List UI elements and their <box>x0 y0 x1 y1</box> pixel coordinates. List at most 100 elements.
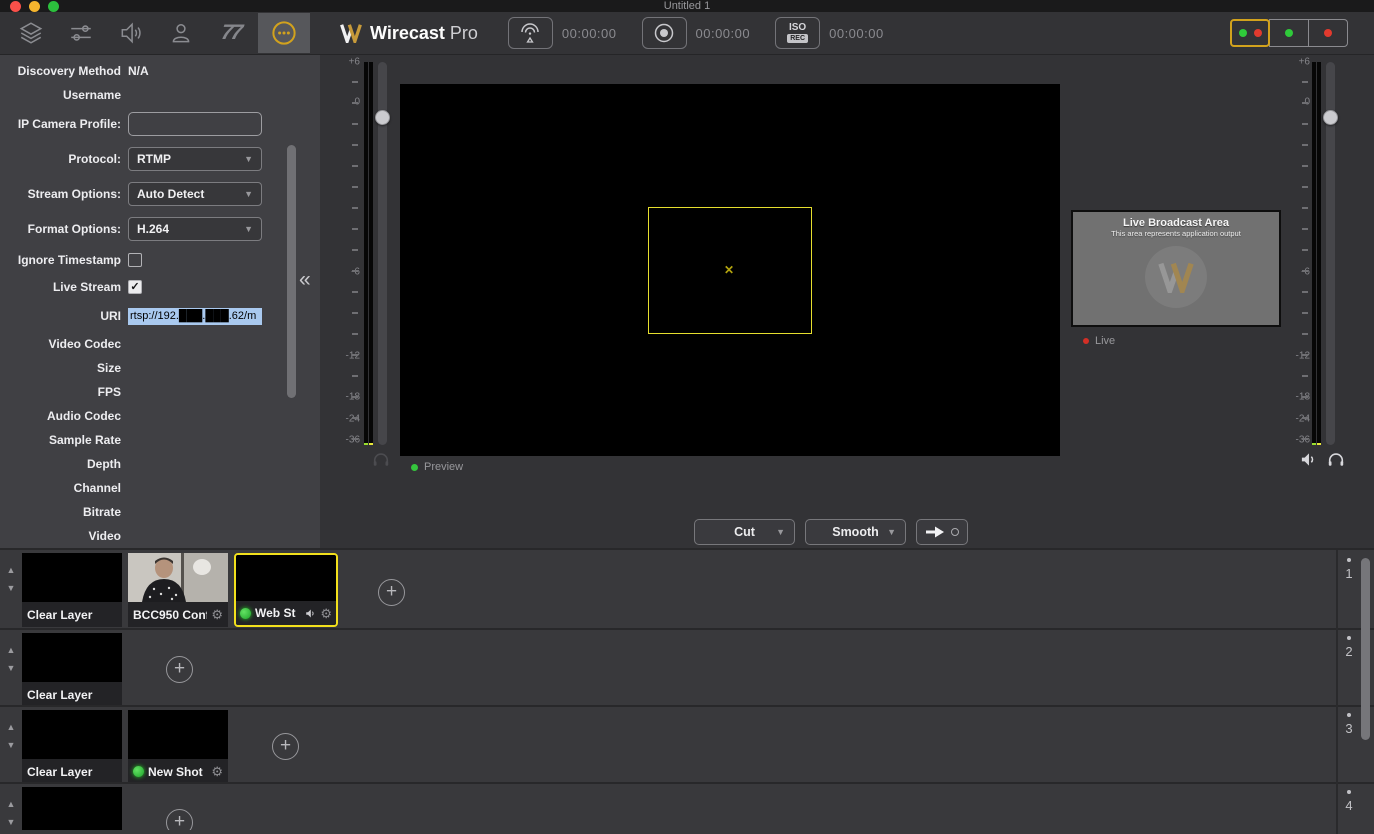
ip-camera-profile-input[interactable] <box>128 112 262 136</box>
live-label: Live <box>1083 335 1115 347</box>
layer-down-button[interactable]: ▼ <box>7 818 16 827</box>
transition-smooth-dropdown[interactable]: Smooth▼ <box>805 519 906 545</box>
view-live-only-button[interactable] <box>1308 19 1348 47</box>
add-shot-button[interactable]: + <box>272 733 299 760</box>
transition-cut-dropdown[interactable]: Cut▼ <box>694 519 795 545</box>
layer-down-button[interactable]: ▼ <box>7 664 16 673</box>
collapse-panel-button[interactable]: « <box>299 269 311 291</box>
shot-bcc950[interactable]: BCC950 Conf⚙ <box>128 553 228 627</box>
volume-slider[interactable] <box>1326 62 1335 445</box>
layer-up-button[interactable]: ▲ <box>7 723 16 732</box>
field-label: Ignore Timestamp <box>0 253 128 267</box>
chevron-down-icon: ▼ <box>887 527 896 537</box>
layer-row-1: ▲ ▼ Clear Layer <box>0 550 1374 630</box>
sidebar-scrollbar[interactable] <box>287 145 296 398</box>
field-label: Video Codec <box>0 337 128 351</box>
red-dot-icon <box>1083 338 1089 344</box>
layer-row-3: ▲▼ Clear Layer New Shot ⚙ + 3 <box>0 707 1374 784</box>
adjust-sliders-icon[interactable] <box>56 13 106 53</box>
field-label: Sample Rate <box>0 433 128 447</box>
meter-bars <box>364 62 373 445</box>
field-label: Discovery Method <box>0 64 128 78</box>
preview-canvas[interactable]: ✕ <box>400 84 1060 456</box>
gear-icon[interactable]: ⚙ <box>211 608 223 621</box>
add-shot-button[interactable]: + <box>378 579 405 606</box>
live-stream-checkbox[interactable]: ✓ <box>128 280 142 294</box>
layers-icon[interactable] <box>6 13 56 53</box>
headphone-monitor-icon[interactable] <box>372 451 390 468</box>
presenter-icon[interactable] <box>156 13 206 53</box>
field-label: Bitrate <box>0 505 128 519</box>
headphone-monitor-icon[interactable] <box>1327 451 1345 468</box>
iso-record-button[interactable]: ISO REC <box>775 17 820 49</box>
iso-timer: 00:00:00 <box>829 26 884 41</box>
shot-clear-layer[interactable]: Clear Layer <box>22 710 122 784</box>
volume-slider[interactable] <box>378 62 387 445</box>
more-settings-button[interactable] <box>258 13 310 53</box>
layer-up-button[interactable]: ▲ <box>7 646 16 655</box>
speaker-mute-icon[interactable] <box>1300 451 1317 468</box>
app-edition: Pro <box>450 23 478 44</box>
layer-row-2: ▲▼ Clear Layer + 2 <box>0 630 1374 707</box>
layers-scrollbar[interactable] <box>1361 558 1370 740</box>
field-label: Protocol: <box>0 152 128 166</box>
view-switcher <box>1231 19 1348 47</box>
view-preview-and-live-button[interactable] <box>1230 19 1270 47</box>
layers-number-separator <box>1336 550 1338 834</box>
speaker-icon[interactable] <box>305 608 316 619</box>
app-name: Wirecast <box>370 23 445 44</box>
preview-stage: +6 0 -6 -12 -18 -24 -36 ✕ <box>320 55 1374 548</box>
layer-number: 4 <box>1338 798 1360 813</box>
rec-badge: REC <box>787 34 808 43</box>
field-label: Live Stream <box>0 280 128 294</box>
field-label: Size <box>0 361 128 375</box>
preview-label: Preview <box>411 461 463 473</box>
uri-field[interactable]: rtsp://192.███.███.62/m <box>128 308 262 325</box>
layer-dot-icon <box>1347 636 1351 640</box>
chevron-down-icon: ▼ <box>244 154 253 164</box>
stream-options-dropdown[interactable]: Auto Detect▼ <box>128 182 262 206</box>
field-label: Depth <box>0 457 128 471</box>
layer-down-button[interactable]: ▼ <box>7 584 16 593</box>
field-label: Video <box>0 529 128 543</box>
shot-thumbnail <box>22 787 122 830</box>
shot-new-shot[interactable]: New Shot ⚙ <box>128 710 228 784</box>
layer-dot-icon <box>1347 558 1351 562</box>
transition-controls: Cut▼ Smooth▼ <box>694 519 968 545</box>
shot-web-stream-selected[interactable]: Web St ⚙ <box>234 553 338 627</box>
selection-center-marker: ✕ <box>724 263 734 277</box>
volume-slider-knob[interactable] <box>1323 110 1338 125</box>
record-button[interactable] <box>642 17 687 49</box>
jersey-77-icon[interactable]: 77 <box>203 13 259 53</box>
gear-icon[interactable]: ⚙ <box>320 607 332 620</box>
layer-up-button[interactable]: ▲ <box>7 566 16 575</box>
shot-clear-layer[interactable]: Clear Layer <box>22 633 122 707</box>
volume-slider-knob[interactable] <box>375 110 390 125</box>
shot-clear-layer[interactable]: Clear Layer <box>22 553 122 627</box>
format-options-dropdown[interactable]: H.264▼ <box>128 217 262 241</box>
wirecast-logo-icon <box>340 23 362 43</box>
protocol-dropdown[interactable]: RTMP▼ <box>128 147 262 171</box>
shot-thumbnail <box>22 553 122 602</box>
layer-down-button[interactable]: ▼ <box>7 741 16 750</box>
live-indicator-icon <box>240 608 251 619</box>
stream-button[interactable] <box>508 17 553 49</box>
red-dot-icon <box>1254 29 1262 37</box>
ignore-timestamp-checkbox[interactable] <box>128 253 142 267</box>
add-shot-button[interactable]: + <box>166 809 193 830</box>
live-indicator-icon <box>133 766 144 777</box>
chevron-down-icon: ▼ <box>776 527 785 537</box>
gear-icon[interactable]: ⚙ <box>211 765 223 778</box>
meter-bars <box>1312 62 1321 445</box>
field-label: IP Camera Profile: <box>0 117 128 131</box>
green-dot-icon <box>411 464 418 471</box>
add-shot-button[interactable]: + <box>166 656 193 683</box>
go-transition-button[interactable] <box>916 519 968 545</box>
toolbar: 77 Wirecast Pro 00:00:00 00:00:00 ISO RE… <box>0 12 1374 55</box>
audio-speaker-icon[interactable] <box>106 13 156 53</box>
view-preview-only-button[interactable] <box>1269 19 1309 47</box>
shot-clear-layer[interactable] <box>22 787 122 830</box>
layer-up-button[interactable]: ▲ <box>7 800 16 809</box>
layer-dot-icon <box>1347 790 1351 794</box>
field-label: FPS <box>0 385 128 399</box>
